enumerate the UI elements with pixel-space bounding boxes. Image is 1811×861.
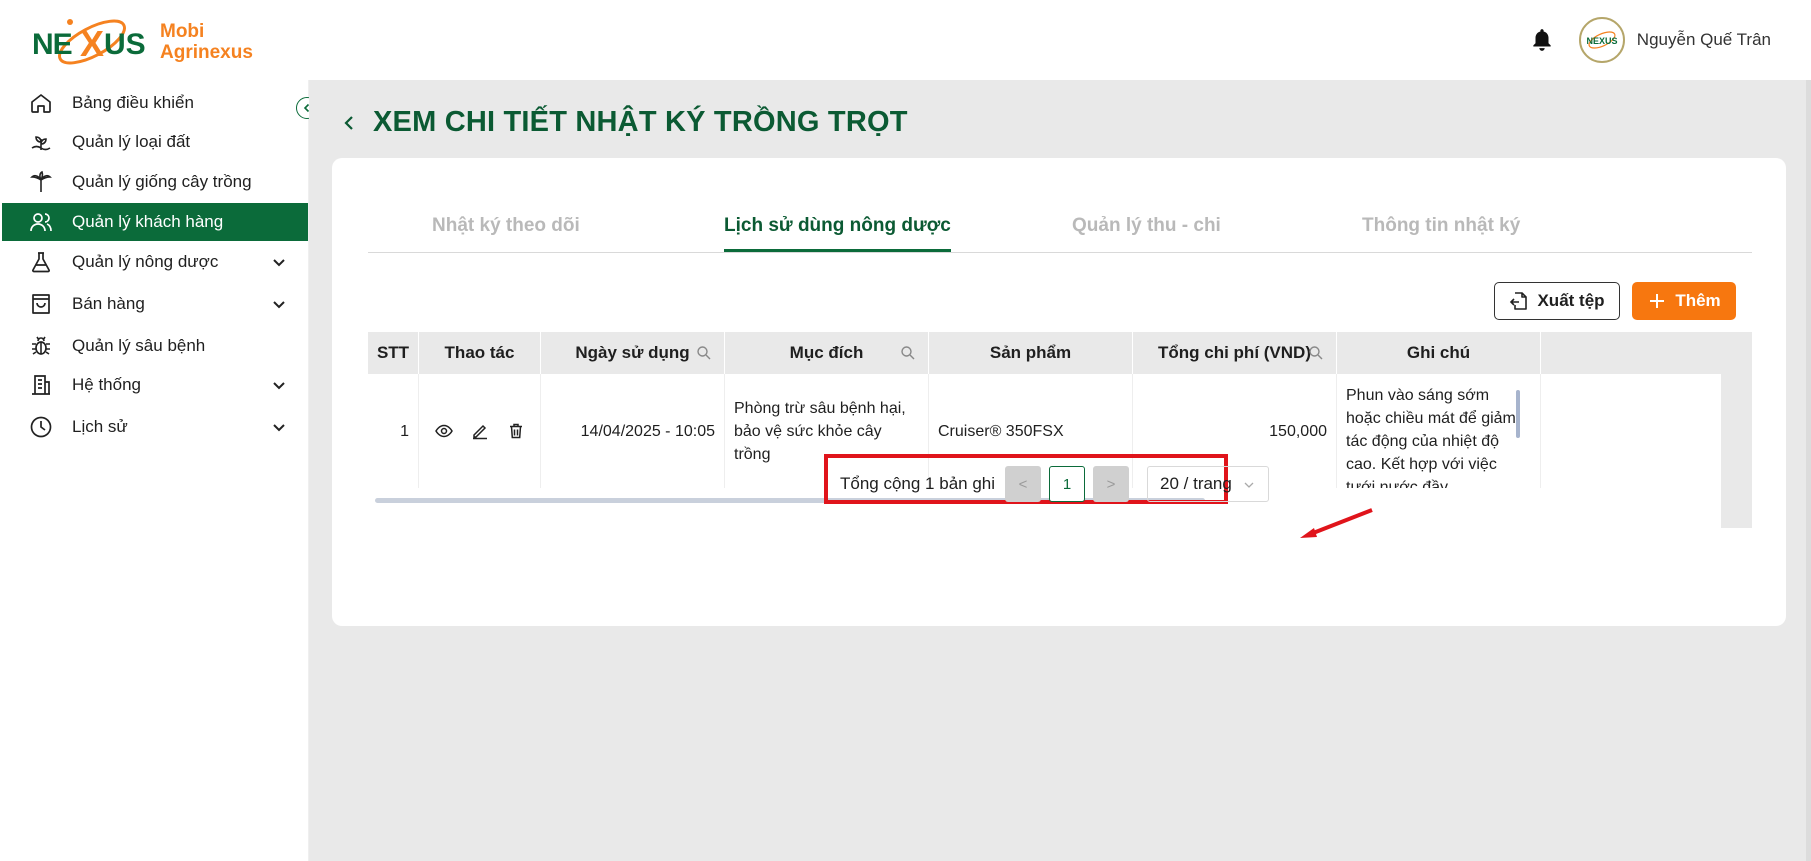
avatar-logo-icon: NEXUS [1586, 31, 1617, 49]
home-icon [28, 90, 54, 116]
clock-icon [28, 414, 54, 440]
column-header-actions: Thao tác [419, 332, 541, 374]
sidebar-item-customers[interactable]: Quản lý khách hàng [2, 203, 308, 241]
eye-icon[interactable] [434, 421, 454, 441]
sidebar-item-plant-varieties[interactable]: Quản lý giống cây trồng [2, 163, 308, 201]
plant-icon [28, 169, 54, 195]
svg-text:X: X [80, 23, 104, 64]
sidebar-item-label: Quản lý nông dược [72, 252, 219, 271]
top-bar: NE X US Mobi Agrinexus NEXUS Nguyễn Quế … [0, 0, 1811, 80]
sidebar-item-label: Bán hàng [72, 294, 145, 313]
trash-icon[interactable] [506, 421, 526, 441]
column-header-product: Sản phẩm [929, 332, 1133, 374]
sidebar-item-pests[interactable]: Quản lý sâu bệnh [2, 327, 308, 365]
file-export-icon [1509, 291, 1529, 311]
tab-pesticide-history[interactable]: Lịch sử dùng nông dược [724, 202, 951, 252]
page-number-button[interactable]: 1 [1049, 466, 1086, 502]
svg-text:NEXUS: NEXUS [1586, 36, 1617, 46]
column-header-label: Mục đích [789, 343, 864, 362]
fixed-column-shadow [1721, 332, 1752, 528]
sidebar-item-label: Lịch sử [72, 417, 128, 436]
search-icon[interactable] [696, 345, 712, 361]
next-page-button[interactable]: > [1093, 466, 1130, 502]
users-icon [28, 209, 54, 235]
soil-icon [28, 129, 54, 155]
table-header: STT Thao tác Ngày sử dụng Mục đích Sản p… [368, 332, 1752, 374]
sidebar-item-label: Quản lý khách hàng [72, 212, 224, 231]
annotation-arrow-icon [1300, 508, 1373, 538]
header-user-area: NEXUS Nguyễn Quế Trân [1529, 14, 1771, 66]
svg-text:US: US [104, 28, 146, 61]
note-scrollbar[interactable] [1516, 390, 1520, 438]
sidebar-item-label: Hệ thống [72, 375, 141, 394]
brand-name: Mobi Agrinexus [160, 21, 253, 63]
column-header-cost[interactable]: Tổng chi phí (VND) [1133, 332, 1337, 374]
column-header-stt: STT [368, 332, 419, 374]
column-header-date[interactable]: Ngày sử dụng [541, 332, 725, 374]
chevron-down-icon [1244, 482, 1254, 488]
brand-line-1: Mobi [160, 21, 205, 42]
tab-log-info[interactable]: Thông tin nhật ký [1362, 202, 1520, 250]
sidebar-item-label: Bảng điều khiển [72, 93, 194, 112]
shopping-bag-icon [28, 291, 54, 317]
sidebar-item-system[interactable]: Hệ thống [2, 366, 308, 404]
search-icon[interactable] [900, 345, 916, 361]
add-button[interactable]: Thêm [1632, 282, 1736, 320]
page-title: XEM CHI TIẾT NHẬT KÝ TRỒNG TRỌT [373, 106, 908, 138]
column-header-label: Tổng chi phí (VND) [1158, 343, 1311, 362]
page-scrollbar-track[interactable] [1806, 80, 1811, 861]
cell-actions [419, 374, 541, 488]
tab-income-expense[interactable]: Quản lý thu - chi [1072, 202, 1221, 250]
page-header: XEM CHI TIẾT NHẬT KÝ TRỒNG TRỌT [339, 106, 908, 139]
sidebar-item-sales[interactable]: Bán hàng [2, 285, 308, 323]
column-header-label: Ngày sử dụng [575, 343, 690, 362]
nexus-logo-icon: NE X US [32, 19, 146, 65]
back-chevron-icon[interactable] [339, 113, 359, 133]
cell-stt: 1 [368, 374, 419, 488]
add-button-label: Thêm [1675, 291, 1721, 310]
plus-icon [1647, 291, 1667, 311]
note-text: Phun vào sáng sớm hoặc chiều mát để giảm… [1346, 387, 1516, 488]
export-button-label: Xuất tệp [1537, 291, 1605, 310]
search-icon[interactable] [1308, 345, 1324, 361]
brand-line-2: Agrinexus [160, 42, 253, 63]
brand-logo[interactable]: NE X US Mobi Agrinexus [30, 12, 253, 72]
building-icon [28, 372, 54, 398]
tab-bar: Nhật ký theo dõi Lịch sử dùng nông dược … [368, 202, 1752, 253]
chevron-down-icon [273, 301, 285, 309]
sidebar-item-soil[interactable]: Quản lý loại đất [2, 123, 308, 161]
chevron-down-icon [273, 382, 285, 390]
avatar[interactable]: NEXUS [1578, 17, 1625, 63]
page-size-value: 20 / trang [1160, 474, 1232, 493]
bug-icon [28, 333, 54, 359]
cell-note: Phun vào sáng sớm hoặc chiều mát để giảm… [1337, 374, 1541, 488]
sidebar-item-pesticides[interactable]: Quản lý nông dược [2, 243, 308, 281]
pagination: Tổng cộng 1 bản ghi < 1 > 20 / trang [840, 466, 1270, 502]
detail-card: Nhật ký theo dõi Lịch sử dùng nông dược … [332, 158, 1786, 626]
chevron-down-icon [273, 259, 285, 267]
sidebar-item-label: Quản lý loại đất [72, 132, 191, 151]
sidebar-item-label: Quản lý giống cây trồng [72, 172, 252, 191]
bell-icon[interactable] [1529, 27, 1555, 53]
sidebar-item-label: Quản lý sâu bệnh [72, 336, 206, 355]
column-header-purpose[interactable]: Mục đích [725, 332, 929, 374]
sidebar-item-history[interactable]: Lịch sử [2, 408, 308, 446]
flask-icon [28, 249, 54, 275]
edit-pencil-icon[interactable] [470, 421, 490, 441]
cell-date: 14/04/2025 - 10:05 [541, 374, 725, 488]
export-button[interactable]: Xuất tệp [1494, 282, 1620, 320]
chevron-down-icon [273, 424, 285, 432]
tab-tracking-log[interactable]: Nhật ký theo dõi [432, 202, 580, 250]
prev-page-button[interactable]: < [1005, 466, 1042, 502]
sidebar: Bảng điều khiển Quản lý loại đất Quản lý… [0, 80, 309, 861]
page-size-select[interactable]: 20 / trang [1147, 466, 1270, 502]
sidebar-item-dashboard[interactable]: Bảng điều khiển [2, 84, 308, 122]
svg-text:NE: NE [32, 28, 72, 61]
column-header-note: Ghi chú [1337, 332, 1541, 374]
pagination-total: Tổng cộng 1 bản ghi [840, 474, 996, 493]
user-name[interactable]: Nguyễn Quế Trân [1637, 30, 1771, 50]
